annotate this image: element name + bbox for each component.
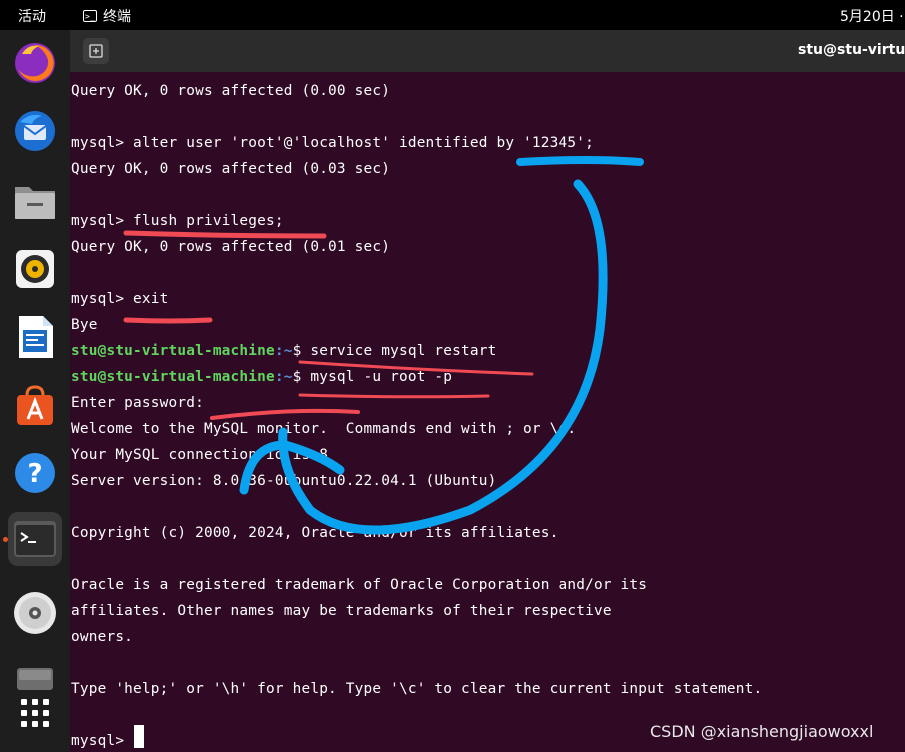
terminal-line: mysql> flush privileges; xyxy=(71,213,284,229)
optical-disc-icon[interactable] xyxy=(8,586,62,640)
help-icon[interactable]: ? xyxy=(8,446,62,500)
activities-button[interactable]: 活动 xyxy=(18,6,46,26)
terminal-line: owners. xyxy=(71,629,134,645)
terminal-line: Query OK, 0 rows affected (0.00 sec) xyxy=(71,83,391,99)
prompt-path: :~ xyxy=(274,369,293,385)
clock[interactable]: 5月20日 · xyxy=(840,6,904,26)
watermark: CSDN @xianshengjiaowoxxl xyxy=(650,722,874,741)
terminal-line: Enter password: xyxy=(71,395,204,411)
terminal-line: Query OK, 0 rows affected (0.03 sec) xyxy=(71,161,391,177)
prompt-user: stu@stu-virtual-machine xyxy=(71,369,275,385)
prompt-command: $ service mysql restart xyxy=(292,343,497,359)
terminal-line: Copyright (c) 2000, 2024, Oracle and/or … xyxy=(71,525,559,541)
terminal-small-icon: >_ xyxy=(83,10,97,22)
terminal-input-line[interactable]: mysql> xyxy=(71,728,133,752)
rhythmbox-icon[interactable] xyxy=(8,242,62,296)
app-menu[interactable]: >_ 终端 xyxy=(83,6,131,26)
terminal-line: affiliates. Other names may be trademark… xyxy=(71,603,612,619)
terminal-line: Oracle is a registered trademark of Orac… xyxy=(71,577,648,593)
terminal-line: Welcome to the MySQL monitor. Commands e… xyxy=(71,421,577,437)
running-indicator xyxy=(3,537,8,542)
terminal-line: Query OK, 0 rows affected (0.01 sec) xyxy=(71,239,391,255)
show-apps-icon[interactable] xyxy=(8,686,62,740)
prompt-command: $ mysql -u root -p xyxy=(292,369,453,385)
prompt-path: :~ xyxy=(274,343,293,359)
app-menu-label: 终端 xyxy=(103,9,131,25)
dock: ? xyxy=(0,30,70,752)
thunderbird-icon[interactable] xyxy=(8,104,62,158)
window-title: stu@stu-virtua xyxy=(798,42,905,58)
svg-text:?: ? xyxy=(27,459,42,489)
terminal-output[interactable]: Query OK, 0 rows affected (0.00 sec) mys… xyxy=(70,72,905,752)
text-cursor xyxy=(134,725,144,748)
terminal-header-bar: stu@stu-virtua xyxy=(70,30,905,72)
files-icon[interactable] xyxy=(8,174,62,228)
firefox-icon[interactable] xyxy=(8,36,62,90)
top-bar: 活动 >_ 终端 5月20日 · xyxy=(0,0,905,30)
terminal-line: Bye xyxy=(71,317,98,333)
new-tab-icon xyxy=(89,44,103,58)
app-center-icon[interactable] xyxy=(8,378,62,432)
new-tab-button[interactable] xyxy=(83,38,109,64)
terminal-line: Server version: 8.0.36-0ubuntu0.22.04.1 … xyxy=(71,473,497,489)
terminal-icon[interactable] xyxy=(8,512,62,566)
terminal-line: Type 'help;' or '\h' for help. Type '\c'… xyxy=(71,681,763,697)
terminal-prompt-line: stu@stu-virtual-machine:~$ mysql -u root… xyxy=(71,364,452,390)
terminal-line: Your MySQL connection id is 8 xyxy=(71,447,329,463)
libreoffice-writer-icon[interactable] xyxy=(8,310,62,364)
prompt-user: stu@stu-virtual-machine xyxy=(71,343,275,359)
terminal-line: mysql> exit xyxy=(71,291,169,307)
terminal-line: mysql> alter user 'root'@'localhost' ide… xyxy=(71,135,594,151)
terminal-prompt-line: stu@stu-virtual-machine:~$ service mysql… xyxy=(71,338,496,364)
